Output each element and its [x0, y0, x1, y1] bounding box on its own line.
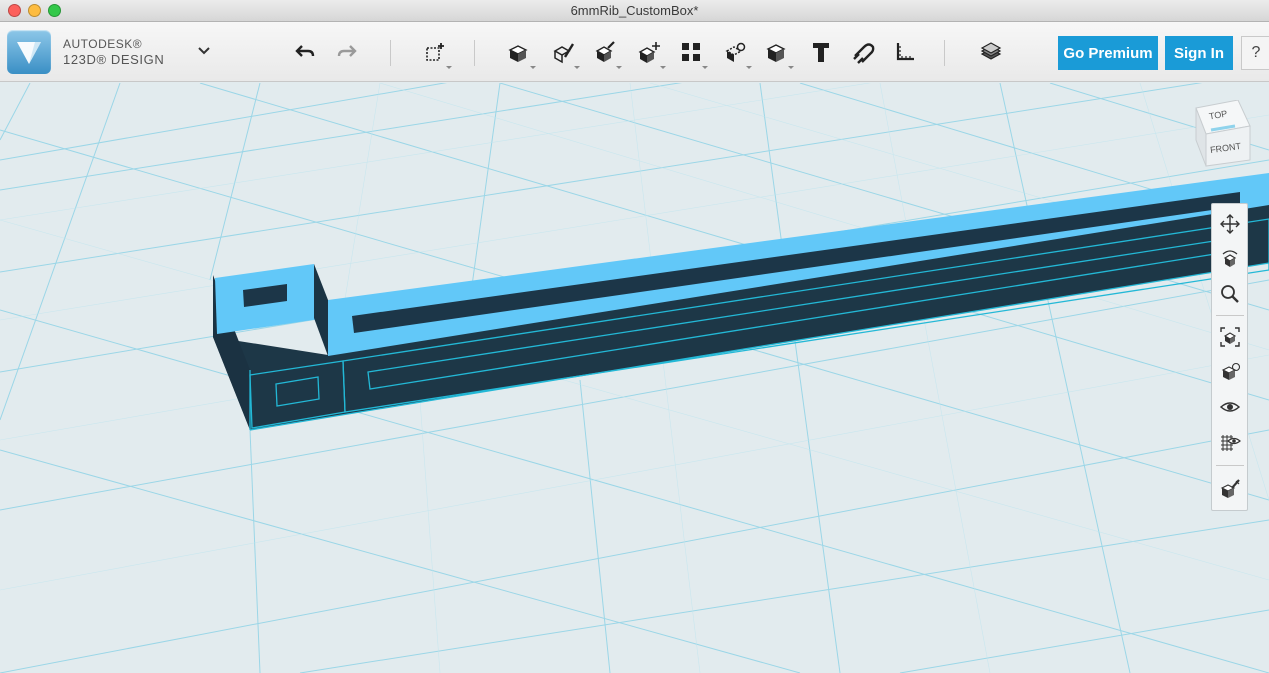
app-menu-chevron-icon[interactable]: [196, 43, 212, 59]
app-logo-icon[interactable]: [7, 30, 51, 74]
construct-icon[interactable]: [548, 37, 580, 69]
sketch-icon[interactable]: [504, 37, 536, 69]
fit-icon[interactable]: [1217, 324, 1243, 350]
brand-product: 123D® DESIGN: [63, 52, 165, 67]
pattern-icon[interactable]: [634, 37, 666, 69]
navigation-bar: [1211, 203, 1248, 511]
grid-icon[interactable]: [1217, 429, 1243, 455]
zoom-icon[interactable]: [1217, 281, 1243, 307]
workplane-grid: [0, 83, 1269, 673]
main-toolbar: AUTODESK® 123D® DESIGN Go Premium Sign I…: [0, 22, 1269, 82]
ruler-icon[interactable]: [890, 37, 920, 67]
text-icon[interactable]: [806, 37, 836, 67]
modify-icon[interactable]: [590, 37, 622, 69]
grouping-icon[interactable]: [676, 37, 708, 69]
pan-icon[interactable]: [1217, 211, 1243, 237]
toolbar-separator: [390, 40, 391, 66]
go-premium-button[interactable]: Go Premium: [1058, 36, 1158, 70]
navbar-separator: [1216, 465, 1244, 466]
title-bar: 6mmRib_CustomBox*: [0, 0, 1269, 22]
undo-icon[interactable]: [290, 37, 320, 67]
toolbar-separator: [474, 40, 475, 66]
orbit-icon[interactable]: [1217, 246, 1243, 272]
redo-icon[interactable]: [332, 37, 362, 67]
material-toggle-icon[interactable]: [1217, 476, 1243, 502]
viewport-canvas[interactable]: TOP FRONT: [0, 83, 1269, 673]
snap-icon[interactable]: [848, 37, 878, 67]
combine-icon[interactable]: [720, 37, 752, 69]
toolbar-separator: [944, 40, 945, 66]
window-title: 6mmRib_CustomBox*: [570, 3, 699, 18]
material-icon[interactable]: [976, 37, 1006, 67]
brand-autodesk: AUTODESK®: [63, 37, 143, 51]
visibility-icon[interactable]: [1217, 394, 1243, 420]
sign-in-button[interactable]: Sign In: [1165, 36, 1233, 70]
view-mode-icon[interactable]: [1217, 359, 1243, 385]
navbar-separator: [1216, 315, 1244, 316]
help-button[interactable]: ?: [1241, 36, 1269, 70]
rib-model[interactable]: [213, 173, 1269, 431]
primitives-icon[interactable]: [420, 37, 452, 69]
measure-icon[interactable]: [762, 37, 794, 69]
view-cube[interactable]: TOP FRONT: [1192, 100, 1252, 170]
